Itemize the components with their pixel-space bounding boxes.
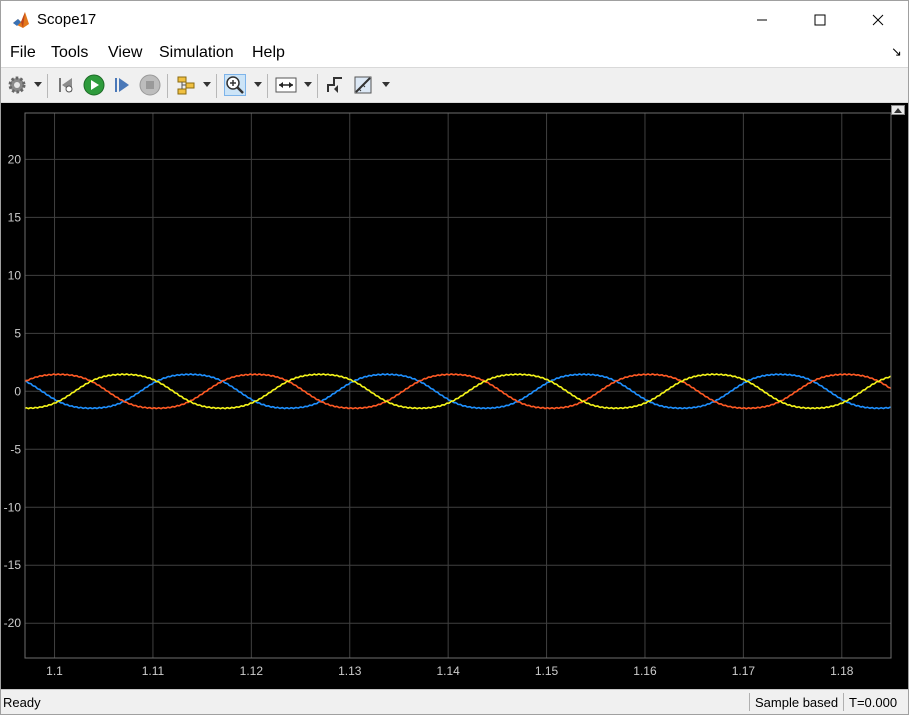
measurements-button[interactable] xyxy=(353,74,375,96)
y-tick-label: 0 xyxy=(14,384,21,398)
dock-arrow-icon[interactable]: ↘ xyxy=(891,44,902,60)
matlab-logo-icon xyxy=(11,10,31,30)
step-forward-icon xyxy=(115,78,129,92)
status-divider xyxy=(749,693,750,711)
y-tick-label: -5 xyxy=(10,442,21,456)
scope-plot[interactable]: -20-15-10-505101520 1.1 1.11 1.12 1.13 1.14 1… xyxy=(1,103,908,689)
axes-frame xyxy=(24,112,892,659)
maximize-button[interactable] xyxy=(791,1,849,39)
expand-icon xyxy=(894,108,902,113)
toolbar-separator xyxy=(47,74,48,98)
menu-bar: File Tools View Simulation Help ↘ xyxy=(1,39,908,67)
title-bar[interactable]: Scope17 xyxy=(1,1,908,39)
stop-button[interactable] xyxy=(139,74,161,96)
scale-axes-dropdown-icon[interactable] xyxy=(304,82,312,88)
x-tick-label: 1.13 xyxy=(338,664,362,678)
x-tick-label: 1.16 xyxy=(633,664,657,678)
scale-axes-button[interactable] xyxy=(275,74,297,96)
status-divider xyxy=(843,693,844,711)
menu-help[interactable]: Help xyxy=(252,44,285,62)
x-tick-label: 1.14 xyxy=(436,664,460,678)
settings-button[interactable] xyxy=(6,74,28,96)
x-tick-label: 1.17 xyxy=(732,664,756,678)
zoom-in-button[interactable] xyxy=(224,74,246,96)
toolbar xyxy=(1,67,908,103)
menu-file[interactable]: File xyxy=(10,44,36,62)
y-tick-label: -15 xyxy=(4,558,22,572)
menu-simulation[interactable]: Simulation xyxy=(159,44,234,62)
scope-window: Scope17 File Tools View Simulation Help … xyxy=(0,0,909,715)
y-tick-label: 10 xyxy=(8,268,22,282)
minimize-icon xyxy=(757,19,767,21)
x-tick-labels: 1.1 1.11 1.12 1.13 1.14 1.15 1.16 1.17 1.18 xyxy=(46,664,854,678)
y-tick-label: -20 xyxy=(4,616,22,630)
measurements-icon xyxy=(354,76,372,94)
signal-select-dropdown-icon[interactable] xyxy=(203,82,211,88)
step-back-button[interactable] xyxy=(55,74,77,96)
status-bar: Ready Sample based T=0.000 xyxy=(1,689,908,714)
signal-select-button[interactable] xyxy=(175,74,197,96)
triggers-button[interactable] xyxy=(324,74,346,96)
y-tick-label: 15 xyxy=(8,210,22,224)
maximize-icon xyxy=(814,14,826,26)
x-tick-label: 1.1 xyxy=(46,664,63,678)
zoom-in-icon xyxy=(226,76,244,94)
toolbar-separator xyxy=(216,74,217,98)
run-button[interactable] xyxy=(83,74,105,96)
toolbar-separator xyxy=(317,74,318,98)
zoom-dropdown-icon[interactable] xyxy=(254,82,262,88)
x-tick-label: 1.18 xyxy=(830,664,854,678)
y-tick-label: -10 xyxy=(4,500,22,514)
x-tick-label: 1.15 xyxy=(535,664,559,678)
close-icon xyxy=(872,14,884,26)
status-time: T=0.000 xyxy=(849,695,898,710)
stop-icon xyxy=(139,74,161,96)
menu-tools[interactable]: Tools xyxy=(51,44,88,62)
signal-select-icon xyxy=(177,76,195,95)
scope-display[interactable]: -20 -15 -10 -5 0 5 10 15 20 1.1 1.11 1.12 1.13 1.14 1… xyxy=(1,103,908,689)
run-icon xyxy=(83,74,105,96)
step-back-icon xyxy=(59,78,73,93)
maximize-axes-button[interactable] xyxy=(891,105,905,115)
triggers-icon xyxy=(327,77,342,93)
grid-layer xyxy=(25,113,891,658)
y-tick-label: 20 xyxy=(8,152,22,166)
measurements-dropdown-icon[interactable] xyxy=(382,82,390,88)
close-button[interactable] xyxy=(849,1,907,39)
toolbar-separator xyxy=(167,74,168,98)
y-tick-label: 5 xyxy=(14,326,21,340)
y-tick-labels: -20 -15 -10 -5 0 5 10 15 20 xyxy=(4,152,22,630)
menu-view[interactable]: View xyxy=(108,44,142,62)
x-tick-label: 1.11 xyxy=(142,664,165,678)
status-text: Ready xyxy=(3,695,41,710)
status-sample-mode: Sample based xyxy=(755,695,839,710)
window-title: Scope17 xyxy=(37,11,97,28)
x-tick-label: 1.12 xyxy=(240,664,264,678)
scale-axes-icon xyxy=(275,77,297,93)
gear-icon xyxy=(8,76,26,94)
toolbar-separator xyxy=(267,74,268,98)
minimize-button[interactable] xyxy=(733,1,791,39)
step-forward-button[interactable] xyxy=(111,74,133,96)
settings-dropdown-icon[interactable] xyxy=(34,82,42,88)
